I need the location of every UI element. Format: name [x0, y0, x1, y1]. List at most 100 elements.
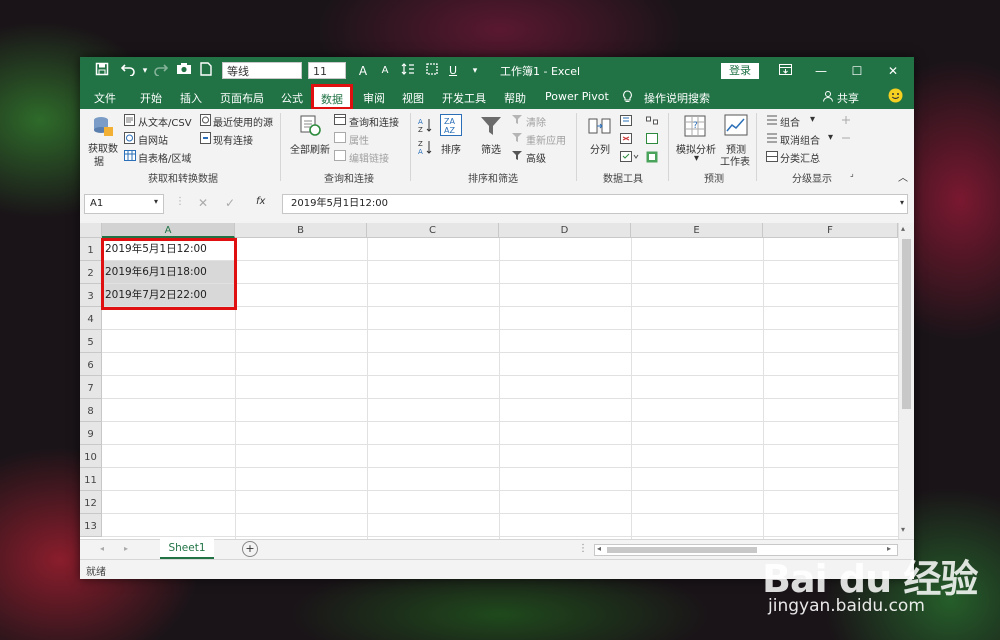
expand-formula-icon[interactable]: ▾	[900, 198, 904, 207]
sort-desc-icon[interactable]: ZA	[418, 139, 432, 158]
tab-help[interactable]: 帮助	[504, 90, 526, 106]
flash-fill-icon[interactable]	[620, 115, 632, 129]
tab-power-pivot[interactable]: Power Pivot	[545, 90, 609, 103]
vertical-scrollbar[interactable]: ▴ ▾	[898, 223, 914, 539]
ungroup-button[interactable]: 取消组合	[780, 132, 820, 147]
tab-page-layout[interactable]: 页面布局	[220, 90, 264, 106]
text-to-columns-button[interactable]: 分列	[590, 141, 610, 156]
ungroup-dropdown-icon[interactable]: ▾	[828, 132, 833, 143]
outline-dialog-launcher-icon[interactable]: ⌟	[850, 169, 854, 178]
row-header[interactable]: 5	[80, 330, 102, 353]
minimize-icon[interactable]: —	[806, 62, 836, 80]
row-header[interactable]: 3	[80, 284, 102, 307]
tab-data[interactable]: 数据	[311, 84, 353, 110]
scroll-down-icon[interactable]: ▾	[901, 525, 905, 534]
data-validation-icon[interactable]	[620, 151, 640, 165]
redo-icon[interactable]	[150, 62, 170, 80]
column-header-d[interactable]: D	[499, 223, 631, 238]
sort-asc-icon[interactable]: AZ	[418, 117, 432, 136]
scroll-thumb[interactable]	[902, 239, 911, 409]
tab-insert[interactable]: 插入	[180, 90, 202, 106]
undo-dropdown-icon[interactable]: ▾	[140, 62, 150, 80]
group-button[interactable]: 组合	[780, 114, 800, 129]
tab-formulas[interactable]: 公式	[281, 90, 303, 106]
tab-split-grip-icon[interactable]: ⋮	[578, 543, 588, 554]
row-header[interactable]: 8	[80, 399, 102, 422]
next-sheet-icon[interactable]: ▸	[124, 544, 128, 553]
border-icon[interactable]	[424, 62, 440, 80]
tab-file[interactable]: 文件	[94, 90, 116, 106]
name-box[interactable]: A1	[84, 194, 164, 214]
reapply-button[interactable]: 重新应用	[526, 132, 566, 147]
login-button[interactable]: 登录	[721, 63, 759, 79]
column-header-f[interactable]: F	[763, 223, 898, 238]
underline-icon[interactable]: U	[446, 62, 460, 80]
column-header-a[interactable]: A	[102, 223, 235, 238]
group-dropdown-icon[interactable]: ▾	[810, 114, 815, 125]
recent-sources-button[interactable]: 最近使用的源	[213, 114, 273, 129]
remove-duplicates-icon[interactable]	[620, 133, 632, 147]
undo-icon[interactable]	[118, 62, 140, 80]
add-sheet-button[interactable]: +	[242, 541, 258, 557]
row-header[interactable]: 7	[80, 376, 102, 399]
formula-input[interactable]: 2019年5月1日12:00	[282, 194, 908, 214]
column-header-c[interactable]: C	[367, 223, 499, 238]
existing-connections-button[interactable]: 现有连接	[213, 132, 253, 147]
show-detail-icon[interactable]	[840, 115, 852, 128]
enter-formula-icon[interactable]: ✓	[225, 196, 235, 210]
filter-button[interactable]: 筛选	[481, 141, 501, 156]
ribbon-display-options-icon[interactable]	[770, 62, 800, 80]
row-header[interactable]: 6	[80, 353, 102, 376]
row-header[interactable]: 12	[80, 491, 102, 514]
customize-qa-icon[interactable]: ▾	[468, 62, 482, 80]
subtotal-button[interactable]: 分类汇总	[780, 150, 820, 165]
row-header[interactable]: 2	[80, 261, 102, 284]
sort-button[interactable]: 排序	[441, 141, 461, 156]
insert-function-icon[interactable]: fx	[256, 196, 265, 207]
increase-font-icon[interactable]: A	[356, 62, 370, 80]
prev-sheet-icon[interactable]: ◂	[100, 544, 104, 553]
what-if-dropdown-icon[interactable]: ▾	[694, 153, 699, 164]
new-doc-icon[interactable]	[198, 62, 214, 80]
tell-me-search[interactable]: 操作说明搜索	[644, 90, 710, 106]
hscroll-thumb[interactable]	[607, 547, 757, 553]
tab-review[interactable]: 审阅	[363, 90, 385, 106]
from-web-button[interactable]: 自网站	[138, 132, 168, 147]
from-table-range-button[interactable]: 自表格/区域	[138, 150, 191, 165]
clear-button[interactable]: 清除	[526, 114, 546, 129]
row-header[interactable]: 1	[80, 238, 102, 261]
row-header[interactable]: 13	[80, 514, 102, 537]
close-icon[interactable]: ✕	[878, 62, 908, 80]
decrease-font-icon[interactable]: A	[378, 62, 392, 80]
manage-data-model-icon[interactable]	[646, 133, 658, 147]
font-name-box[interactable]: 等线	[222, 62, 302, 79]
row-header[interactable]: 9	[80, 422, 102, 445]
queries-connections-button[interactable]: 查询和连接	[349, 114, 399, 129]
column-header-b[interactable]: B	[235, 223, 367, 238]
maximize-icon[interactable]: ☐	[842, 62, 872, 80]
relationships-icon[interactable]	[646, 115, 658, 129]
row-header[interactable]: 10	[80, 445, 102, 468]
scroll-up-icon[interactable]: ▴	[901, 224, 905, 233]
tab-home[interactable]: 开始	[140, 90, 162, 106]
cancel-formula-icon[interactable]: ✕	[198, 196, 208, 210]
advanced-button[interactable]: 高级	[526, 150, 546, 165]
share-button[interactable]: 共享	[837, 90, 859, 106]
select-all-corner[interactable]	[80, 223, 102, 238]
consolidate-icon[interactable]	[646, 151, 658, 166]
sheet-tab-sheet1[interactable]: Sheet1	[160, 539, 214, 559]
from-text-csv-button[interactable]: 从文本/CSV	[138, 114, 192, 129]
hide-detail-icon[interactable]	[840, 133, 852, 146]
camera-icon[interactable]	[174, 62, 194, 80]
tab-view[interactable]: 视图	[402, 90, 424, 106]
tab-developer[interactable]: 开发工具	[442, 90, 486, 106]
line-spacing-icon[interactable]	[400, 62, 416, 80]
refresh-all-button[interactable]: 全部刷新	[290, 141, 330, 156]
font-size-box[interactable]: 11	[308, 62, 346, 79]
edit-links-button[interactable]: 编辑链接	[349, 150, 389, 165]
scroll-left-icon[interactable]: ◂	[597, 544, 601, 553]
save-icon[interactable]	[92, 62, 112, 80]
properties-button[interactable]: 属性	[349, 132, 369, 147]
row-header[interactable]: 4	[80, 307, 102, 330]
name-box-dropdown-icon[interactable]: ▾	[154, 197, 158, 206]
